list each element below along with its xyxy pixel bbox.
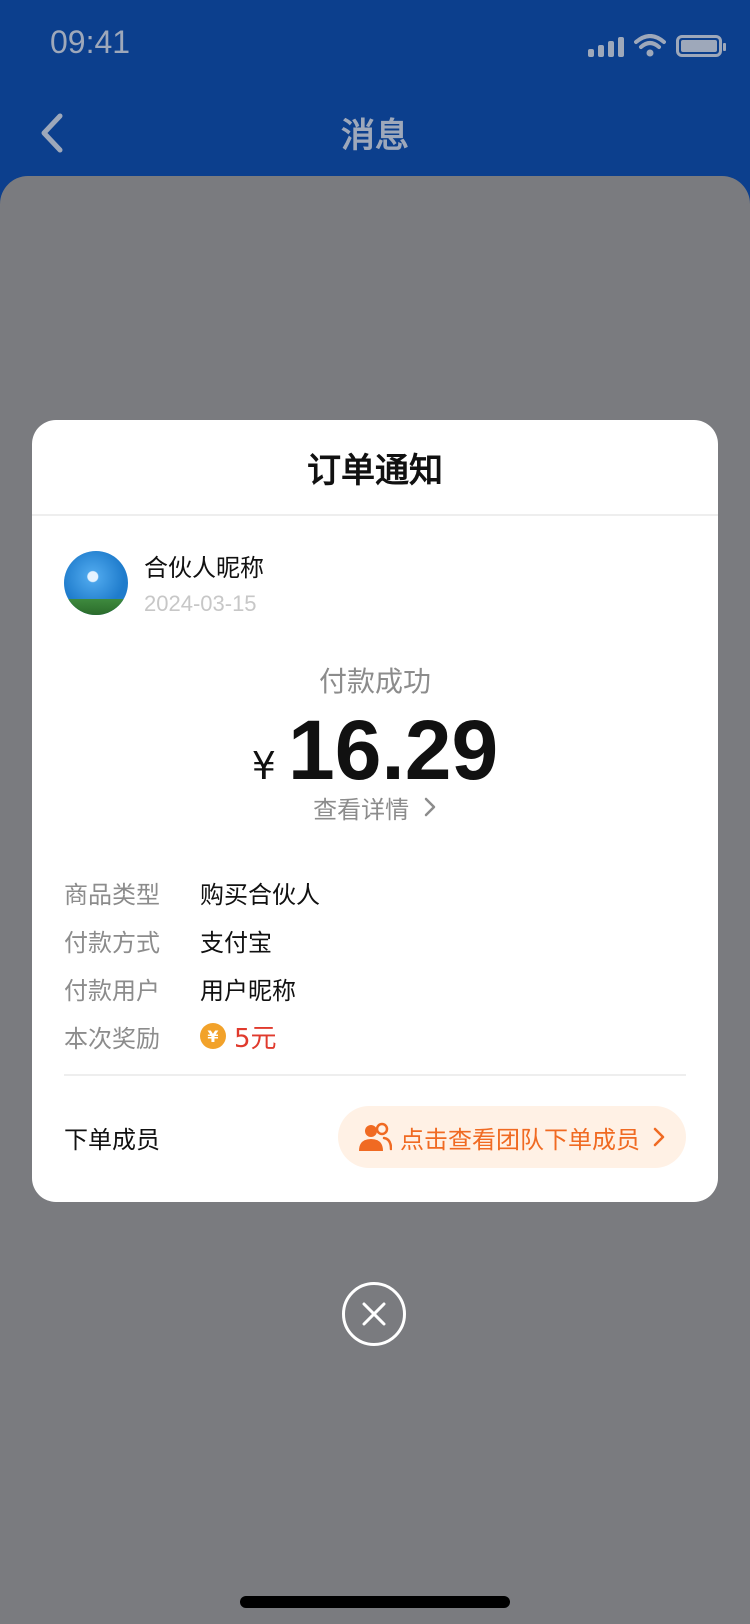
view-team-orders-button[interactable]: 点击查看团队下单成员 bbox=[338, 1106, 686, 1168]
payment-amount: 16.29 bbox=[287, 703, 499, 797]
info-value: 支付宝 bbox=[200, 928, 272, 957]
battery-icon bbox=[676, 35, 726, 57]
view-team-orders-label: 点击查看团队下单成员 bbox=[400, 1125, 640, 1154]
user-row: 合伙人昵称 2024-03-15 bbox=[64, 548, 264, 617]
order-notification-modal: 订单通知 合伙人昵称 2024-03-15 付款成功 ¥ 16.29 查看详情 … bbox=[32, 420, 718, 1202]
order-date: 2024-03-15 bbox=[144, 591, 257, 616]
info-label: 付款用户 bbox=[64, 976, 160, 1005]
page-title: 消息 bbox=[341, 116, 409, 156]
amount-row: ¥ 16.29 bbox=[32, 702, 718, 799]
avatar bbox=[64, 550, 128, 615]
info-label: 付款方式 bbox=[64, 928, 160, 957]
users-icon bbox=[359, 1122, 392, 1151]
partner-nickname: 合伙人昵称 bbox=[144, 554, 264, 582]
modal-title: 订单通知 bbox=[32, 420, 718, 516]
coin-icon: ¥ bbox=[200, 1023, 226, 1049]
payment-status: 付款成功 bbox=[318, 665, 431, 698]
info-label: 商品类型 bbox=[64, 880, 160, 909]
info-row: 付款方式 支付宝 bbox=[64, 916, 686, 964]
close-button[interactable] bbox=[342, 1282, 406, 1346]
members-label: 下单成员 bbox=[64, 1125, 160, 1154]
reward-amount: 5元 bbox=[234, 1023, 277, 1054]
view-details-link[interactable]: 查看详情 bbox=[32, 790, 718, 825]
members-row: 下单成员 点击查看团队下单成员 bbox=[64, 1106, 686, 1168]
status-time: 09:41 bbox=[50, 24, 131, 60]
user-info: 合伙人昵称 2024-03-15 bbox=[144, 548, 264, 617]
wifi-icon bbox=[634, 34, 666, 57]
info-row: 付款用户 用户昵称 bbox=[64, 964, 686, 1012]
chevron-right-icon bbox=[653, 1127, 665, 1147]
home-indicator bbox=[240, 1596, 510, 1608]
info-row: 本次奖励 ¥ 5元 bbox=[64, 1012, 686, 1060]
reward-value: ¥ 5元 bbox=[200, 1018, 277, 1055]
close-icon bbox=[362, 1302, 386, 1326]
divider bbox=[64, 1074, 686, 1076]
status-icons bbox=[588, 28, 726, 64]
currency-symbol: ¥ bbox=[251, 744, 276, 788]
cellular-signal-icon bbox=[588, 35, 624, 57]
info-label: 本次奖励 bbox=[64, 1024, 160, 1053]
info-value: 购买合伙人 bbox=[200, 880, 320, 909]
order-info: 商品类型 购买合伙人 付款方式 支付宝 付款用户 用户昵称 本次奖励 ¥ 5元 bbox=[64, 868, 686, 1060]
chevron-right-icon bbox=[424, 797, 436, 817]
view-details-label: 查看详情 bbox=[313, 796, 410, 824]
info-value: 用户昵称 bbox=[200, 976, 296, 1005]
info-row: 商品类型 购买合伙人 bbox=[64, 868, 686, 916]
